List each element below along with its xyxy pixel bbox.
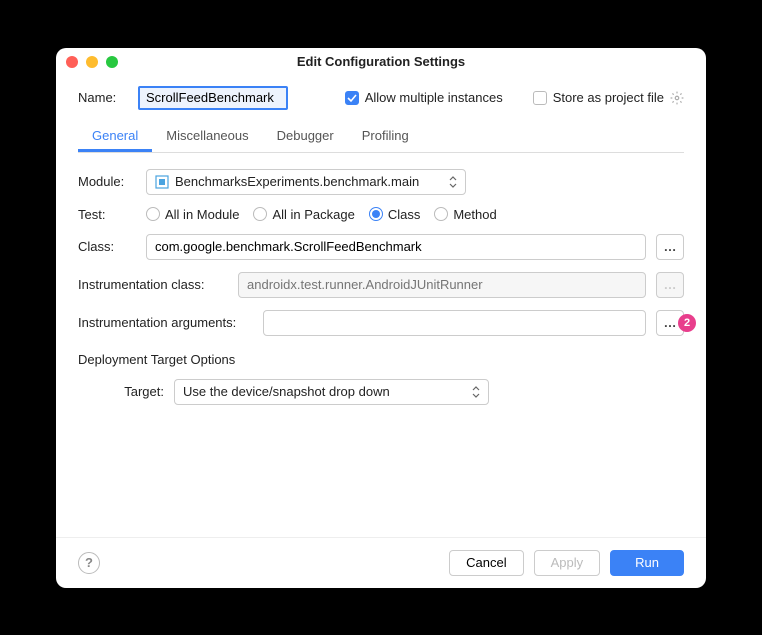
browse-class-button[interactable]: … <box>656 234 684 260</box>
minimize-button[interactable] <box>86 56 98 68</box>
test-radio-group: All in Module All in Package Class Metho… <box>146 207 497 222</box>
class-input[interactable] <box>146 234 646 260</box>
tab-miscellaneous[interactable]: Miscellaneous <box>152 122 262 152</box>
tab-profiling[interactable]: Profiling <box>348 122 423 152</box>
close-button[interactable] <box>66 56 78 68</box>
radio-label: All in Module <box>165 207 239 222</box>
chevron-updown-icon <box>472 386 480 398</box>
help-button[interactable]: ? <box>78 552 100 574</box>
radio-selected-icon <box>369 207 383 221</box>
chevron-updown-icon <box>449 176 457 188</box>
radio-label: Method <box>453 207 496 222</box>
radio-icon <box>146 207 160 221</box>
window-controls <box>66 56 118 68</box>
browse-inst-class-button: … <box>656 272 684 298</box>
module-row: Module: BenchmarksExperiments.benchmark.… <box>78 169 684 195</box>
header-row: Name: Allow multiple instances Store as … <box>78 86 684 110</box>
name-input[interactable] <box>138 86 288 110</box>
radio-label: All in Package <box>272 207 354 222</box>
radio-all-in-package[interactable]: All in Package <box>253 207 354 222</box>
tab-general[interactable]: General <box>78 122 152 152</box>
radio-all-in-module[interactable]: All in Module <box>146 207 239 222</box>
radio-icon <box>434 207 448 221</box>
store-project-label: Store as project file <box>553 90 664 105</box>
deployment-section-header: Deployment Target Options <box>78 352 684 367</box>
target-select[interactable]: Use the device/snapshot drop down <box>174 379 489 405</box>
radio-method[interactable]: Method <box>434 207 496 222</box>
module-icon <box>155 175 169 189</box>
inst-class-label: Instrumentation class: <box>78 277 228 292</box>
radio-icon <box>253 207 267 221</box>
inst-args-input[interactable] <box>263 310 646 336</box>
window-title: Edit Configuration Settings <box>56 54 706 69</box>
allow-multiple-checkbox[interactable]: Allow multiple instances <box>345 90 503 105</box>
tab-debugger[interactable]: Debugger <box>263 122 348 152</box>
titlebar: Edit Configuration Settings <box>56 48 706 76</box>
inst-class-input <box>238 272 646 298</box>
instrumentation-args-row: Instrumentation arguments: … 2 <box>78 310 684 336</box>
test-label: Test: <box>78 207 136 222</box>
class-row: Class: … <box>78 234 684 260</box>
test-row: Test: All in Module All in Package Class… <box>78 207 684 222</box>
target-label: Target: <box>94 384 164 399</box>
module-select[interactable]: BenchmarksExperiments.benchmark.main <box>146 169 466 195</box>
run-button[interactable]: Run <box>610 550 684 576</box>
checkbox-unchecked-icon <box>533 91 547 105</box>
module-value: BenchmarksExperiments.benchmark.main <box>175 174 419 189</box>
target-row: Target: Use the device/snapshot drop dow… <box>78 379 684 405</box>
apply-button[interactable]: Apply <box>534 550 601 576</box>
radio-label: Class <box>388 207 421 222</box>
class-label: Class: <box>78 239 136 254</box>
config-dialog: Edit Configuration Settings Name: Allow … <box>56 48 706 588</box>
radio-class[interactable]: Class <box>369 207 421 222</box>
args-badge: 2 <box>678 314 696 332</box>
store-project-checkbox[interactable]: Store as project file <box>533 90 684 105</box>
allow-multiple-label: Allow multiple instances <box>365 90 503 105</box>
zoom-button[interactable] <box>106 56 118 68</box>
module-label: Module: <box>78 174 136 189</box>
gear-icon[interactable] <box>670 91 684 105</box>
name-label: Name: <box>78 90 128 105</box>
footer: ? Cancel Apply Run <box>56 537 706 588</box>
content-area: Name: Allow multiple instances Store as … <box>56 76 706 537</box>
cancel-button[interactable]: Cancel <box>449 550 523 576</box>
tab-bar: General Miscellaneous Debugger Profiling <box>78 122 684 153</box>
checkbox-checked-icon <box>345 91 359 105</box>
target-value: Use the device/snapshot drop down <box>183 384 390 399</box>
inst-args-label: Instrumentation arguments: <box>78 315 253 330</box>
instrumentation-class-row: Instrumentation class: … <box>78 272 684 298</box>
